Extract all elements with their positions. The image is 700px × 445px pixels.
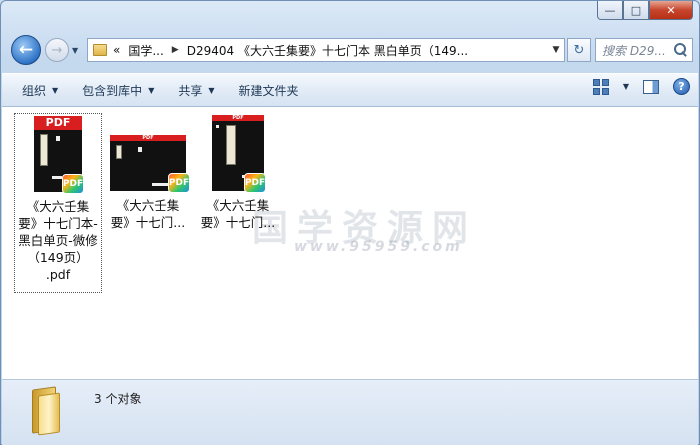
share-label: 共享 <box>178 83 203 98</box>
pdf-header: PDF <box>212 115 264 121</box>
file-name: 《大六壬集 要》十七门... <box>110 198 186 230</box>
search-box[interactable]: 搜索 D29... <box>595 38 693 62</box>
file-list-area[interactable]: 国学资源网 www.95959.com PDF PDF 《大六壬集 要》十七门本… <box>2 107 698 379</box>
caption-buttons: — □ ✕ <box>597 1 693 20</box>
address-bar[interactable]: « 国学... ▶ D29404 《大六壬集要》十七门本 黑白单页（149...… <box>87 38 565 62</box>
file-item[interactable]: PDF PDF 《大六壬集 要》十七门本- 黑白单页-微修 （149页） .pd… <box>14 113 102 293</box>
chevron-down-icon: ▼ <box>148 85 155 95</box>
folder-icon <box>93 44 107 56</box>
help-icon[interactable]: ? <box>673 78 690 95</box>
refresh-button[interactable]: ↻ <box>567 38 591 62</box>
file-name: 《大六壬集 要》十七门本- 黑白单页-微修 （149页） .pdf <box>18 199 98 282</box>
organize-label: 组织 <box>22 83 47 98</box>
include-in-library-label: 包含到库中 <box>82 83 143 98</box>
file-item[interactable]: PDF PDF 《大六壬集 要》十七门... <box>194 113 282 243</box>
pdf-thumbnail: PDF PDF <box>212 115 266 193</box>
include-in-library-button[interactable]: 包含到库中 ▼ <box>70 77 166 103</box>
command-bar: 组织 ▼ 包含到库中 ▼ 共享 ▼ 新建文件夹 ▼ ? <box>2 73 698 107</box>
address-dropdown-icon[interactable]: ▼ <box>548 45 564 55</box>
pdf-badge-icon: PDF <box>62 174 84 194</box>
pdf-header: PDF <box>110 135 186 141</box>
view-options-chevron-icon[interactable]: ▼ <box>623 82 629 91</box>
toolbar-right: ▼ ? <box>592 78 690 95</box>
chevron-down-icon: ▼ <box>52 85 59 95</box>
pdf-badge-icon: PDF <box>168 173 190 193</box>
file-name: 《大六壬集 要》十七门... <box>200 198 276 230</box>
explorer-window: — □ ✕ ← → ▼ « 国学... ▶ D29404 《大六壬集要》十七门本… <box>0 0 700 445</box>
chevron-down-icon: ▼ <box>208 85 215 95</box>
minimize-button[interactable]: — <box>597 1 623 20</box>
text-strip <box>226 125 236 165</box>
new-folder-label: 新建文件夹 <box>238 83 299 98</box>
folder-icon <box>30 386 62 436</box>
item-count: 3 个对象 <box>94 392 142 406</box>
pdf-thumbnail: PDF PDF <box>110 135 190 193</box>
recent-pages-button[interactable]: ▼ <box>72 46 78 55</box>
search-input[interactable]: 搜索 D29... <box>602 42 674 59</box>
preview-pane-icon[interactable] <box>643 79 659 94</box>
file-item[interactable]: PDF PDF 《大六壬集 要》十七门... <box>104 113 192 243</box>
breadcrumb-overflow[interactable]: « <box>113 43 120 57</box>
maximize-button[interactable]: □ <box>623 1 649 20</box>
text-strip <box>40 134 48 166</box>
close-button[interactable]: ✕ <box>649 1 693 20</box>
watermark-url: www.95959.com <box>294 239 463 255</box>
pdf-badge-icon: PDF <box>244 173 266 193</box>
breadcrumb: « 国学... ▶ D29404 《大六壬集要》十七门本 黑白单页（149... <box>107 42 548 59</box>
pdf-header: PDF <box>34 116 82 130</box>
search-icon[interactable] <box>674 43 688 57</box>
share-button[interactable]: 共享 ▼ <box>166 77 226 103</box>
navigation-bar: ← → ▼ « 国学... ▶ D29404 《大六壬集要》十七门本 黑白单页（… <box>9 35 693 65</box>
text-strip <box>116 145 122 159</box>
change-view-icon[interactable] <box>592 78 611 95</box>
pdf-thumbnail: PDF PDF <box>34 116 84 194</box>
details-pane: 3 个对象 <box>2 379 698 445</box>
new-folder-button[interactable]: 新建文件夹 <box>227 77 311 103</box>
organize-button[interactable]: 组织 ▼ <box>10 77 70 103</box>
forward-button[interactable]: → <box>45 38 69 62</box>
breadcrumb-item-guoxue[interactable]: 国学... <box>128 42 163 59</box>
breadcrumb-item-current[interactable]: D29404 《大六壬集要》十七门本 黑白单页（149... <box>187 42 468 59</box>
back-button[interactable]: ← <box>11 35 41 65</box>
breadcrumb-separator-icon[interactable]: ▶ <box>172 45 179 55</box>
